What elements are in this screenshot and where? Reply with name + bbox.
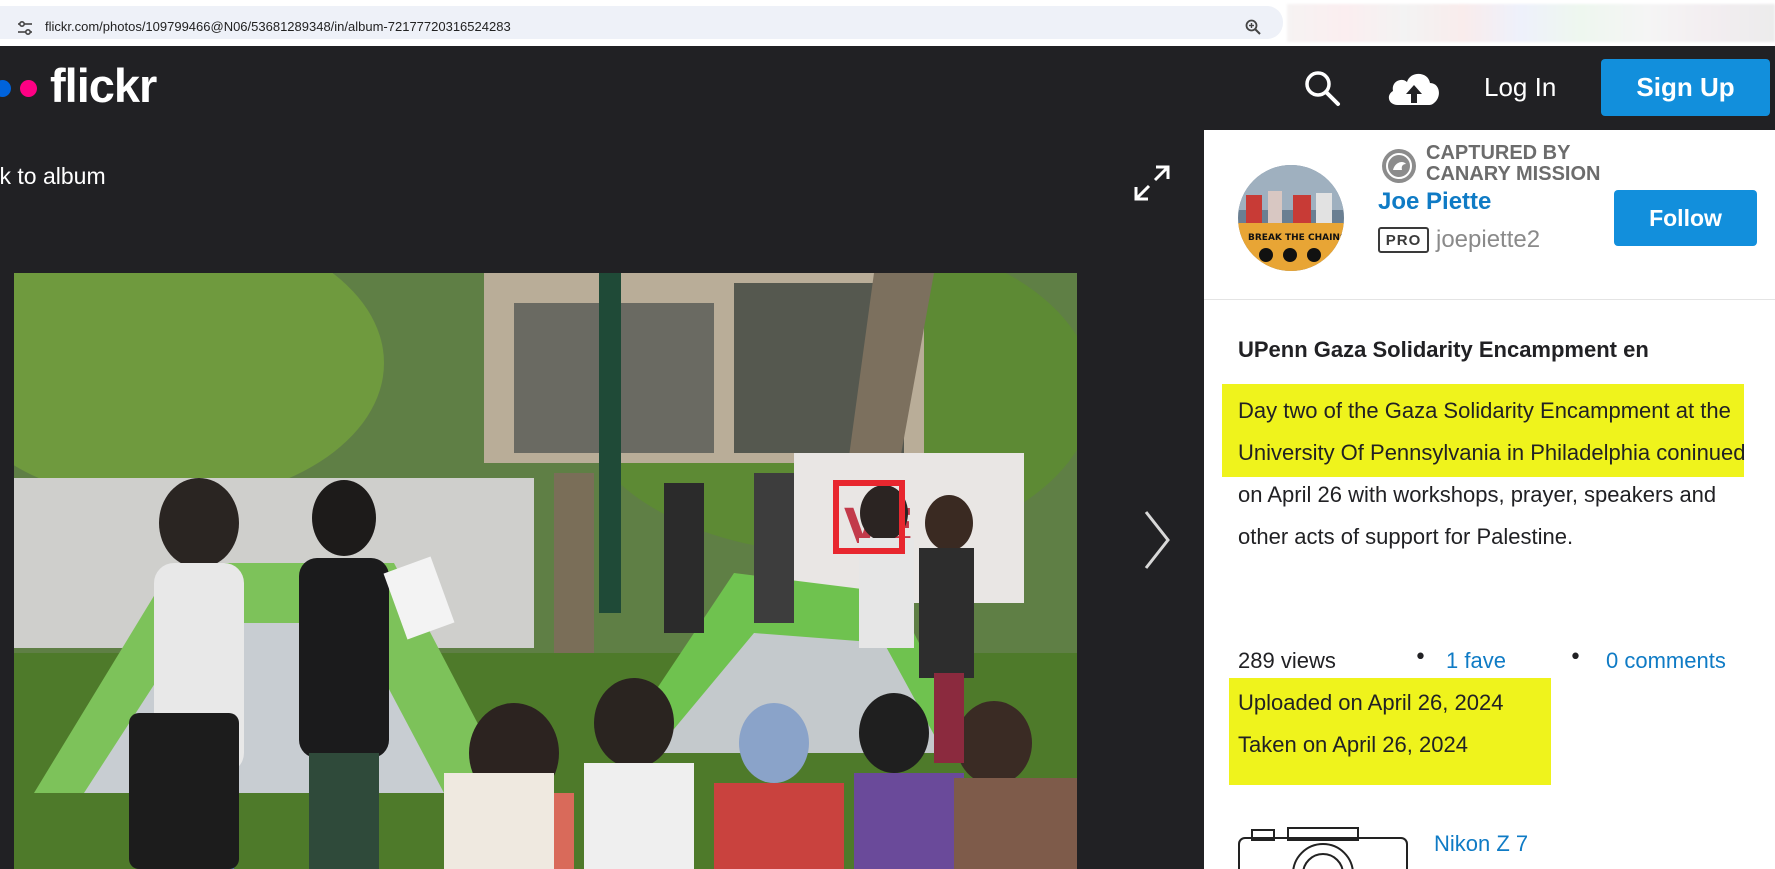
photo-scene: VE (14, 273, 1077, 869)
browser-toolbar: flickr.com/photos/109799466@N06/53681289… (0, 0, 1775, 46)
zoom-icon[interactable] (1244, 18, 1262, 36)
captured-by-badge: CAPTURED BY CANARY MISSION (1426, 143, 1600, 185)
flickr-logo[interactable]: flickr (50, 58, 157, 113)
taken-date: Taken on April 26, 2024 (1238, 732, 1468, 757)
pro-badge: PRO (1378, 227, 1429, 253)
photo-description: Day two of the Gaza Solidarity Encampmen… (1238, 398, 1746, 549)
main-photo[interactable]: VE (14, 273, 1077, 869)
address-bar[interactable]: flickr.com/photos/109799466@N06/53681289… (0, 6, 1283, 39)
svg-text:BREAK THE CHAINS: BREAK THE CHAINS (1248, 233, 1344, 243)
sidebar-divider (1204, 299, 1775, 300)
stats-separator: • (1414, 645, 1427, 670)
author-name-link[interactable]: Joe Piette (1378, 188, 1491, 216)
views-count: 289 views (1238, 648, 1336, 673)
site-settings-icon[interactable] (16, 19, 34, 37)
signup-button[interactable]: Sign Up (1601, 59, 1770, 116)
blurred-extensions-area (1287, 4, 1775, 42)
fullscreen-expand-icon[interactable] (1132, 163, 1172, 203)
uploaded-date: Uploaded on April 26, 2024 (1238, 690, 1504, 715)
back-to-album-link[interactable]: ck to album (0, 163, 106, 190)
next-photo-chevron-icon[interactable] (1140, 508, 1172, 572)
camera-model-link[interactable]: Nikon Z 7 (1434, 831, 1528, 857)
camera-icon (1238, 827, 1408, 869)
search-icon[interactable] (1303, 69, 1341, 107)
url-text[interactable]: flickr.com/photos/109799466@N06/53681289… (45, 19, 511, 34)
comments-link[interactable]: 0 comments (1606, 648, 1726, 674)
flickr-logo-pink-dot (20, 80, 37, 97)
stats-separator: • (1569, 645, 1582, 670)
follow-button[interactable]: Follow (1614, 190, 1757, 246)
upload-cloud-icon[interactable] (1384, 63, 1444, 111)
login-link[interactable]: Log In (1484, 72, 1556, 103)
captured-by-line2: CANARY MISSION (1426, 163, 1601, 185)
faves-link[interactable]: 1 fave (1446, 648, 1506, 674)
author-username[interactable]: joepiette2 (1436, 226, 1540, 254)
author-avatar[interactable]: BREAK THE CHAINS (1238, 165, 1344, 271)
captured-by-line1: CAPTURED BY (1426, 142, 1571, 164)
photo-title: UPenn Gaza Solidarity Encampment en (1238, 337, 1649, 362)
canary-mission-icon (1382, 149, 1416, 183)
